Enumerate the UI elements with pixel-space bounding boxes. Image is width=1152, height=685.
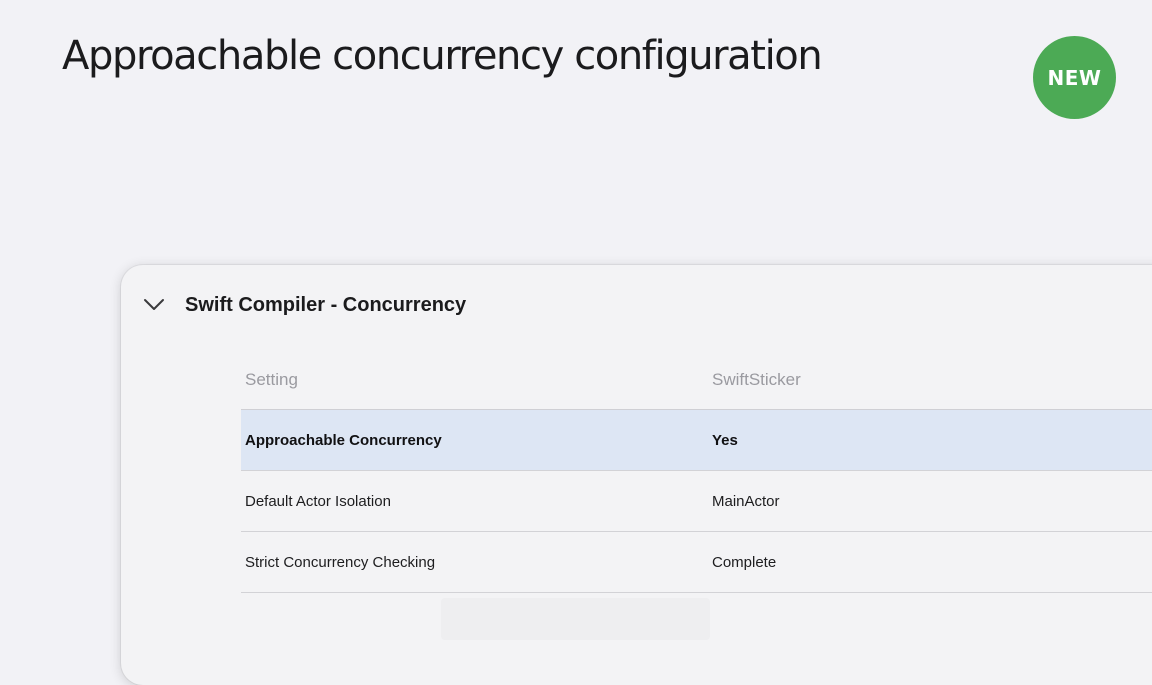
section-header-swift-compiler-concurrency[interactable]: Swift Compiler - Concurrency (143, 287, 466, 323)
table-row-approachable-concurrency[interactable]: Approachable Concurrency Yes (241, 410, 1152, 471)
faded-placeholder-control (441, 598, 710, 640)
page-title: Approachable concurrency configuration (62, 33, 823, 79)
chevron-down-icon[interactable] (143, 298, 165, 312)
table-row-strict-concurrency-checking[interactable]: Strict Concurrency Checking Complete (241, 532, 1152, 593)
build-settings-panel: Swift Compiler - Concurrency Setting Swi… (121, 265, 1152, 685)
section-title: Swift Compiler - Concurrency (185, 293, 467, 316)
column-header-setting[interactable]: Setting (245, 350, 298, 409)
setting-name: Strict Concurrency Checking (245, 553, 436, 571)
setting-name: Default Actor Isolation (245, 492, 391, 510)
setting-value[interactable]: Complete (712, 532, 776, 592)
setting-value[interactable]: Yes (712, 410, 738, 470)
table-row-default-actor-isolation[interactable]: Default Actor Isolation MainActor (241, 471, 1152, 532)
new-badge: NEW (1033, 36, 1116, 119)
column-header-target[interactable]: SwiftSticker (712, 350, 801, 409)
table-header-row: Setting SwiftSticker (241, 350, 1152, 410)
settings-table: Setting SwiftSticker Approachable Concur… (241, 350, 1152, 593)
setting-value[interactable]: MainActor (712, 471, 780, 531)
setting-name: Approachable Concurrency (245, 431, 442, 449)
